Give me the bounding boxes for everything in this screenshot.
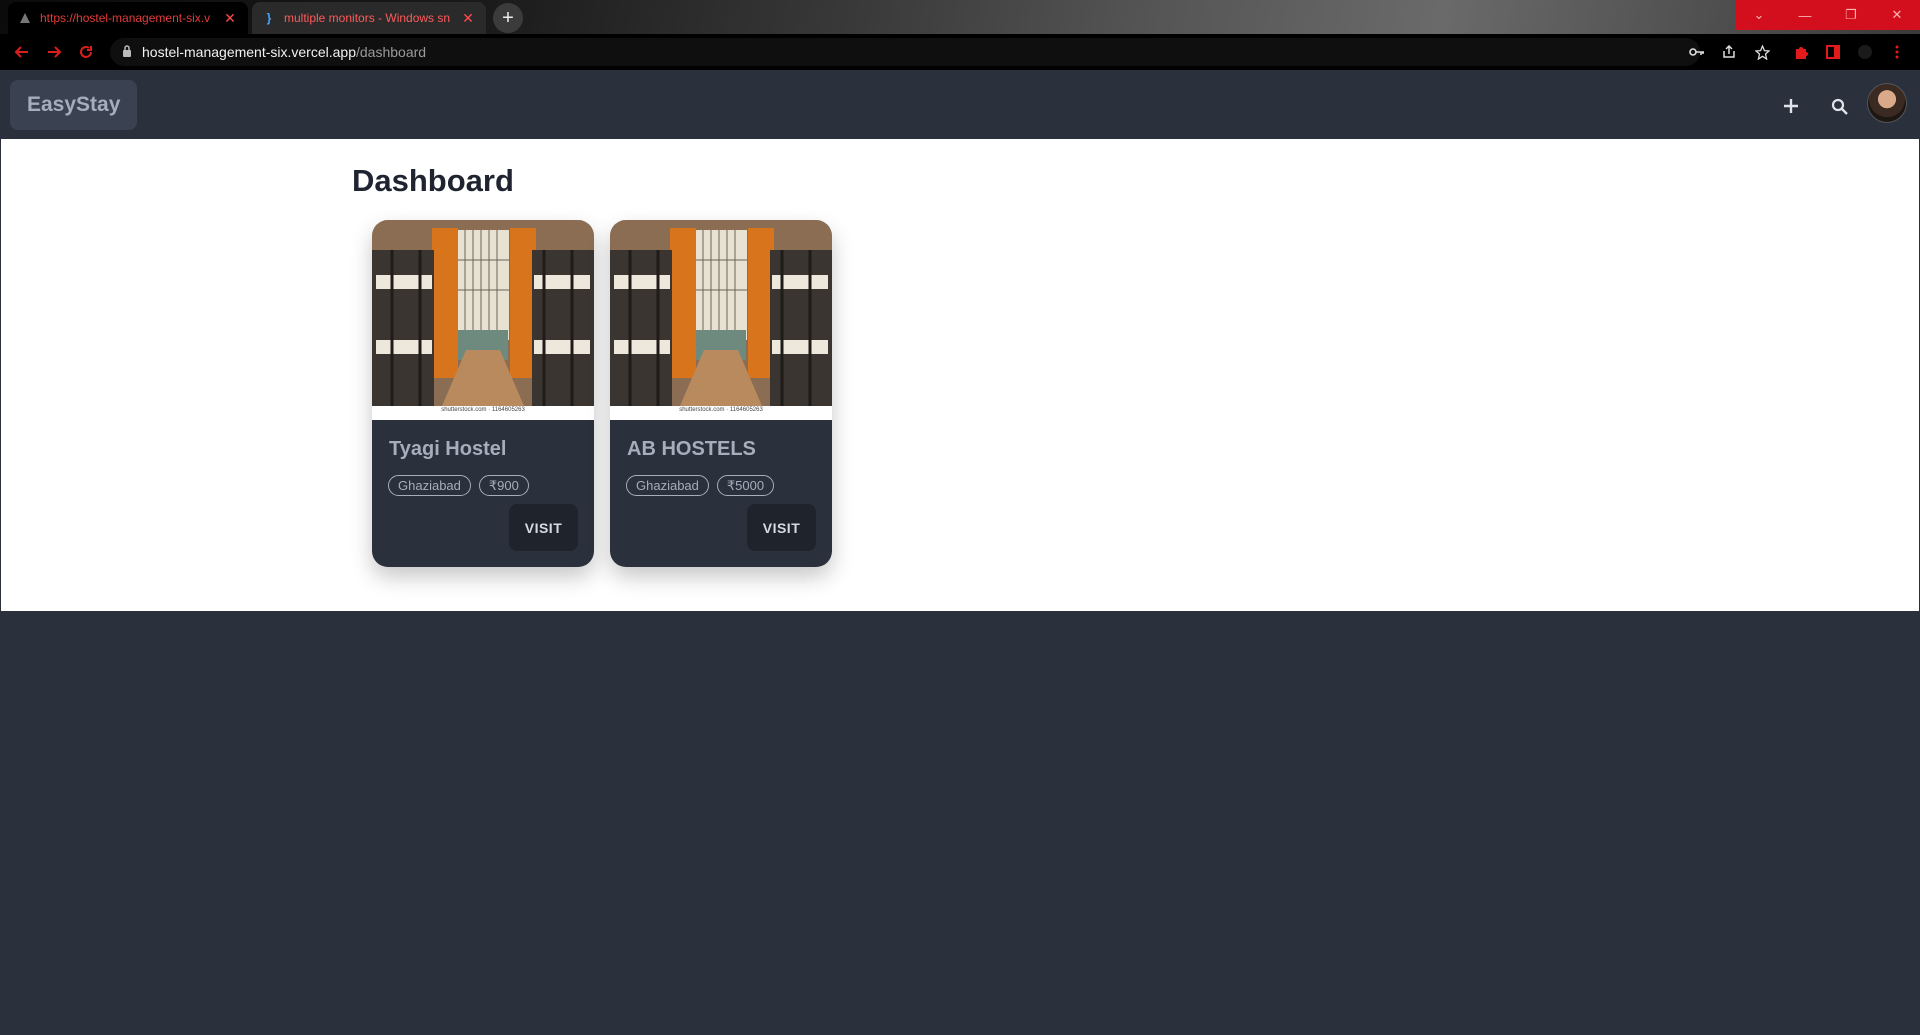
hostel-image: shutterstock.com · 1164605263: [610, 220, 832, 420]
browser-tab-active[interactable]: https://hostel-management-six.v ✕: [8, 2, 248, 34]
hostel-card: shutterstock.com · 1164605263 Tyagi Host…: [372, 220, 594, 567]
browser-tab-strip: https://hostel-management-six.v ✕ } mult…: [0, 0, 1920, 34]
badges: Ghaziabad ₹900: [388, 475, 529, 496]
page-title: Dashboard: [352, 163, 514, 198]
tab-title: https://hostel-management-six.v: [40, 11, 211, 25]
tab-close-icon[interactable]: ✕: [222, 10, 238, 27]
card-body: Tyagi Hostel Ghaziabad ₹900 VISIT: [372, 420, 594, 567]
close-window-button[interactable]: ✕: [1874, 0, 1920, 30]
price-badge: ₹900: [478, 475, 529, 496]
city-badge: Ghaziabad: [388, 475, 471, 496]
lock-icon: [122, 44, 132, 60]
card-body: AB HOSTELS Ghaziabad ₹5000 VISIT: [610, 420, 832, 567]
image-watermark: shutterstock.com · 1164605263: [441, 407, 525, 413]
app-navbar: EasyStay: [1, 71, 1919, 139]
hostel-name: AB HOSTELS: [627, 438, 756, 460]
visit-button[interactable]: VISIT: [747, 504, 816, 551]
share-icon[interactable]: [1719, 42, 1739, 62]
tab-close-icon[interactable]: ✕: [460, 10, 476, 27]
minimize-button[interactable]: —: [1782, 0, 1828, 30]
search-icon[interactable]: [1826, 93, 1852, 119]
side-panel-icon[interactable]: [1823, 42, 1843, 62]
tab-search-icon[interactable]: ⌄: [1736, 0, 1782, 30]
browser-menu-icon[interactable]: [1887, 42, 1907, 62]
reload-icon[interactable]: [74, 40, 98, 64]
profile-icon[interactable]: [1855, 42, 1875, 62]
page-footer-area: [0, 611, 1920, 1035]
key-icon[interactable]: [1687, 42, 1707, 62]
city-badge: Ghaziabad: [626, 475, 709, 496]
price-badge: ₹5000: [716, 475, 775, 496]
url-host: hostel-management-six.vercel.app: [142, 44, 356, 60]
bookmark-star-icon[interactable]: [1752, 42, 1772, 62]
restore-button[interactable]: ❐: [1828, 0, 1874, 30]
extensions-puzzle-icon[interactable]: [1791, 42, 1811, 62]
browser-tab[interactable]: } multiple monitors - Windows sn ✕: [252, 2, 486, 34]
visit-button[interactable]: VISIT: [509, 504, 578, 551]
new-tab-button[interactable]: +: [493, 3, 523, 33]
dashboard-content: Dashboard shutterstock.com · 1164605263 …: [1, 139, 1919, 611]
hostel-card: shutterstock.com · 1164605263 AB HOSTELS…: [610, 220, 832, 567]
badges: Ghaziabad ₹5000: [626, 475, 775, 496]
site-favicon-icon: [18, 11, 32, 25]
hostel-name: Tyagi Hostel: [389, 438, 507, 460]
image-watermark: shutterstock.com · 1164605263: [679, 407, 763, 413]
address-bar[interactable]: hostel-management-six.vercel.app /dashbo…: [110, 38, 1700, 66]
hostel-image: shutterstock.com · 1164605263: [372, 220, 594, 420]
url-path: /dashboard: [356, 44, 427, 60]
forward-arrow-icon[interactable]: [42, 40, 66, 64]
add-icon[interactable]: [1778, 93, 1804, 119]
brand-logo-button[interactable]: EasyStay: [10, 80, 138, 130]
code-favicon-icon: }: [266, 11, 272, 25]
tab-title: multiple monitors - Windows sn: [284, 11, 451, 25]
back-arrow-icon[interactable]: [10, 40, 34, 64]
browser-toolbar: hostel-management-six.vercel.app /dashbo…: [0, 34, 1920, 70]
user-avatar[interactable]: [1867, 83, 1907, 123]
window-controls: ⌄ — ❐ ✕: [1736, 0, 1920, 30]
